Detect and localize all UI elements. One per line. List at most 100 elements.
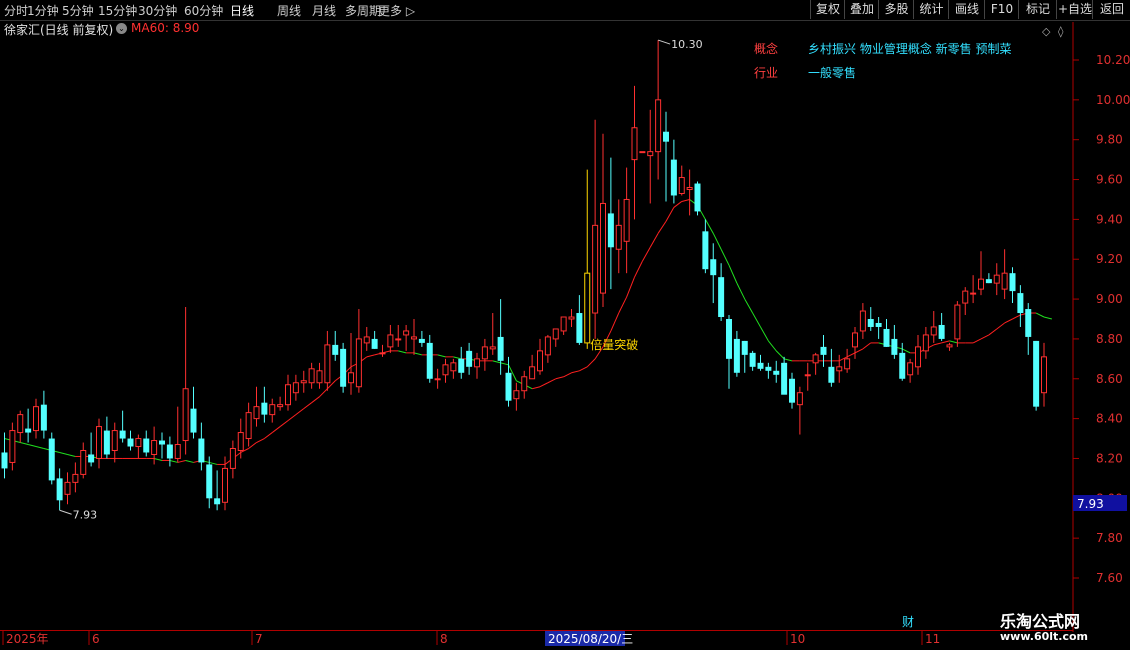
candle-body-up <box>277 404 284 408</box>
ma60-line-segment <box>20 442 29 446</box>
candle-body-up <box>623 198 630 242</box>
ma60-line-segment <box>185 459 194 463</box>
candle-body-down <box>726 319 732 359</box>
candle-body-down <box>143 438 150 453</box>
candle-body-down <box>938 324 945 339</box>
candle-body-up <box>1041 356 1047 394</box>
candle-body-up <box>151 440 158 455</box>
diamond-icon: ◇ <box>1042 25 1051 38</box>
ma60-line-segment <box>366 354 375 358</box>
ma60-line-segment <box>67 453 76 457</box>
candle-body-down <box>828 366 835 383</box>
x-tick-label: 2025/08/20/三 <box>548 632 633 646</box>
ma60-line-segment <box>295 408 305 416</box>
ma60-line-segment <box>618 296 628 314</box>
ma60-line-segment <box>271 426 281 433</box>
candle-body-down <box>458 358 465 373</box>
candle-body-up <box>403 330 410 336</box>
ma60-line-segment <box>453 356 462 360</box>
candle-body-up <box>308 368 315 384</box>
candle-body-up <box>560 316 567 332</box>
ma60-line-segment <box>941 340 950 344</box>
candle-body-up <box>639 151 646 154</box>
ma60-line-segment <box>996 322 1005 330</box>
candle-body-up <box>859 310 866 332</box>
ma60-line-segment <box>988 328 998 336</box>
candle-body-down <box>820 346 827 355</box>
candle-body-down <box>899 352 906 379</box>
candle-body-down <box>56 478 63 501</box>
ma60-line-segment <box>657 221 667 234</box>
candle-body-up <box>17 414 24 434</box>
y-tick-label: 9.60 <box>1096 173 1123 187</box>
ma60-line-segment <box>571 370 580 374</box>
ma60-line-segment <box>539 382 549 388</box>
candle-body-up <box>537 350 543 372</box>
candle-body-down <box>883 328 890 347</box>
candle-body-down <box>103 430 110 455</box>
ma60-line-segment <box>177 459 186 463</box>
candle-body-down <box>426 342 433 379</box>
candle-body-down <box>663 131 669 142</box>
ma60-line-segment <box>784 358 793 362</box>
y-tick-label: 9.00 <box>1096 292 1123 306</box>
candle-body-up <box>379 352 386 355</box>
candle-body-down <box>1017 293 1024 314</box>
candle-body-up <box>962 290 969 304</box>
candle-body-down <box>505 372 512 401</box>
candle-body-up <box>812 354 819 364</box>
ma60-line-segment <box>437 354 446 358</box>
candle-body-down <box>789 378 795 403</box>
candle-body-up <box>922 334 929 352</box>
ma60-line-segment <box>303 402 312 410</box>
candle-body-down <box>261 402 268 415</box>
ma60-line-segment <box>398 350 407 354</box>
candle-body-down <box>127 438 134 447</box>
candle-body-down <box>718 277 725 318</box>
y-tick-label: 9.20 <box>1096 252 1123 266</box>
candle-body-up <box>434 378 441 381</box>
ma60-line-segment <box>744 298 754 314</box>
ma60-line-segment <box>649 233 659 248</box>
candle-body-up <box>229 448 236 469</box>
min-pointer <box>59 509 72 515</box>
candle-body-up <box>348 372 354 384</box>
candle-body-down <box>576 313 583 343</box>
candle-body-down <box>340 348 347 387</box>
max-pointer <box>657 39 671 45</box>
ma60-line-segment <box>846 352 856 358</box>
ma60-line-segment <box>319 388 328 398</box>
candle-body-down <box>119 430 126 439</box>
candle-body-down <box>371 338 378 349</box>
y-tick-label: 7.80 <box>1096 531 1123 545</box>
candlestick-chart: ◇◊7.607.808.008.208.408.608.809.009.209.… <box>0 20 1130 646</box>
industry-value[interactable]: 一般零售 <box>808 64 856 81</box>
ma60-line-segment <box>492 360 501 364</box>
industry-label: 行业 <box>754 66 779 80</box>
ma60-line-segment <box>154 457 163 461</box>
ma60-line-segment <box>547 378 556 384</box>
ma60-line-segment <box>35 446 44 449</box>
min-price-label: 7.93 <box>73 508 98 521</box>
ma60-line-segment <box>626 276 635 298</box>
candle-body-down <box>781 362 788 395</box>
ma60-line-segment <box>256 438 265 443</box>
ma60-line-segment <box>712 233 722 250</box>
candle-body-up <box>269 404 276 416</box>
candle-body-down <box>607 213 614 248</box>
candle-body-down <box>332 344 339 355</box>
ma60-line-segment <box>760 326 769 342</box>
watermark-url: www.60lt.com <box>1000 630 1089 643</box>
candle-body-down <box>757 362 764 369</box>
candle-body-up <box>324 344 331 384</box>
candle-body-down <box>198 438 205 463</box>
candle-body-down <box>1033 340 1040 407</box>
concept-value[interactable]: 乡村振兴 物业管理概念 新零售 预制菜 <box>808 40 1011 57</box>
candle-body-up <box>300 380 307 384</box>
watermark-brand: 乐淘公式网 <box>1000 612 1081 631</box>
ma60-line-segment <box>933 342 942 346</box>
ma60-line-segment <box>681 198 690 202</box>
ma60-line-segment <box>902 348 911 354</box>
candle-body-up <box>804 374 811 377</box>
ma60-line-segment <box>767 340 777 352</box>
